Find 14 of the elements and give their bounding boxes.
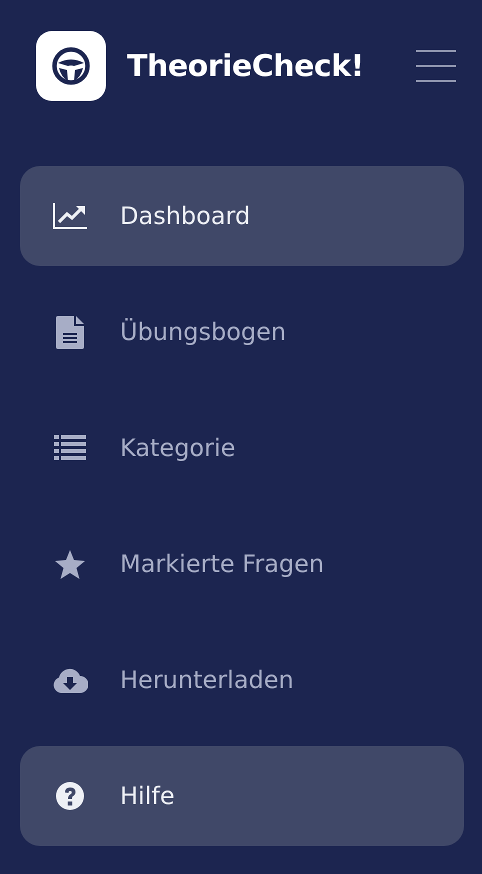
- star-icon: [55, 550, 85, 578]
- menu-item[interactable]: Hilfe: [20, 746, 464, 846]
- menu-item[interactable]: Übungsbogen: [20, 282, 464, 382]
- menu-item[interactable]: Dashboard: [20, 166, 464, 266]
- cloud-download-icon: [52, 667, 88, 693]
- menu-item[interactable]: Herunterladen: [20, 630, 464, 730]
- menu-item[interactable]: Markierte Fragen: [20, 514, 464, 614]
- steering-wheel-icon: [51, 46, 91, 86]
- help-icon: [56, 782, 84, 810]
- app-title: TheorieCheck!: [127, 48, 365, 84]
- chart-icon: [52, 202, 88, 230]
- document-icon: [56, 316, 84, 348]
- list-icon: [54, 435, 86, 461]
- menu-item[interactable]: Kategorie: [20, 398, 464, 498]
